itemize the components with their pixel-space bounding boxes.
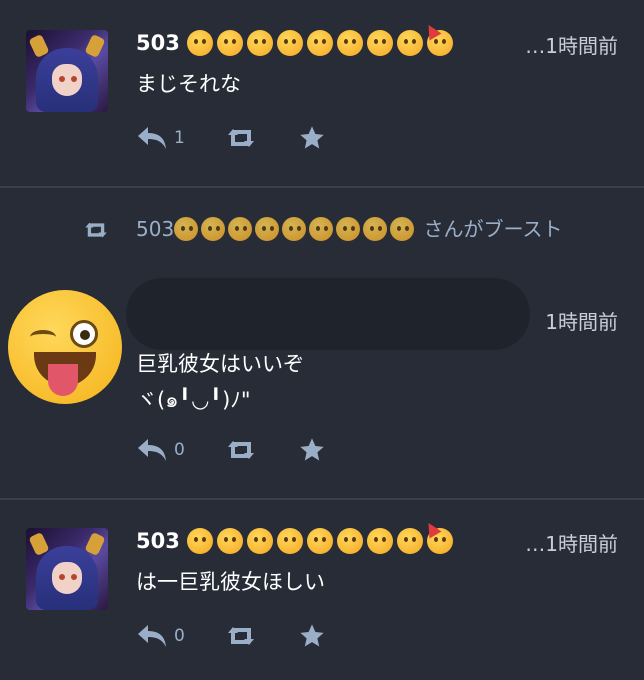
favourite-button[interactable] <box>298 622 326 650</box>
status-header: 503 <box>136 519 453 558</box>
reply-icon <box>138 127 166 149</box>
hugging-face-icon <box>366 528 393 554</box>
favourite-button[interactable] <box>298 124 326 152</box>
boost-icon <box>85 222 107 238</box>
content-line: 巨乳彼女はいいぞ <box>136 352 304 376</box>
woozy-face-icon <box>216 30 243 56</box>
boost-button[interactable] <box>224 438 258 462</box>
grinning-face-icon <box>336 528 363 554</box>
reply-icon <box>138 439 166 461</box>
status-content: は一巨乳彼女ほしい <box>136 570 325 594</box>
thinking-face-icon <box>306 528 333 554</box>
eye-roll-face-icon <box>246 528 273 554</box>
worried-face-icon <box>276 528 303 554</box>
status-3[interactable]: 503 …1時間前 は一巨乳彼女ほしい 0 <box>0 500 644 680</box>
worried-face-icon <box>276 30 303 56</box>
eye-roll-face-icon <box>228 217 253 241</box>
redacted-name <box>126 278 530 350</box>
boost-icon <box>228 129 254 147</box>
booster-name[interactable]: 503 <box>136 217 174 241</box>
boost-button[interactable] <box>224 126 258 150</box>
timestamp[interactable]: …1時間前 <box>525 528 618 557</box>
avatar[interactable] <box>26 30 108 112</box>
worried-face-icon <box>255 217 280 241</box>
status-content: まじそれな <box>136 72 241 96</box>
avatar[interactable] <box>8 290 122 404</box>
star-icon <box>300 438 324 461</box>
star-icon <box>300 126 324 149</box>
display-name[interactable]: 503 <box>136 529 180 553</box>
avatar[interactable] <box>26 528 108 610</box>
eye-roll-face-icon <box>246 30 273 56</box>
reply-button[interactable]: 1 <box>136 125 194 151</box>
reply-count: 1 <box>174 128 185 148</box>
partying-face-icon <box>390 217 415 241</box>
timestamp[interactable]: 1時間前 <box>545 306 618 335</box>
action-bar: 0 <box>136 430 326 470</box>
reply-count: 0 <box>174 440 185 460</box>
partying-face-icon <box>422 519 453 554</box>
hugging-face-icon <box>336 217 361 241</box>
boost-icon <box>228 627 254 645</box>
open-eye <box>70 320 98 348</box>
thinking-face-icon <box>306 30 333 56</box>
timestamp[interactable]: …1時間前 <box>525 30 618 59</box>
tongue <box>48 364 78 396</box>
wink-eye <box>30 330 56 344</box>
grinning-face-icon <box>336 30 363 56</box>
status-content: 巨乳彼女はいいぞ ヾ(๑╹◡╹)ﾉ" <box>136 346 304 418</box>
kissing-face-icon <box>186 30 213 56</box>
action-bar: 0 <box>136 616 326 656</box>
thinking-face-icon <box>282 217 307 241</box>
reply-button[interactable]: 0 <box>136 437 194 463</box>
reply-icon <box>138 625 166 647</box>
content-line: ヾ(๑╹◡╹)ﾉ" <box>136 388 251 412</box>
kissing-face-icon <box>174 217 199 241</box>
zany-face-icon <box>396 30 423 56</box>
grinning-face-icon <box>309 217 334 241</box>
zany-face-icon <box>396 528 423 554</box>
boost-icon <box>228 441 254 459</box>
reply-button[interactable]: 0 <box>136 623 194 649</box>
kissing-face-icon <box>186 528 213 554</box>
star-icon <box>300 624 324 647</box>
status-1[interactable]: 503 …1時間前 まじそれな 1 <box>0 0 644 186</box>
action-bar: 1 <box>136 118 326 158</box>
boost-button[interactable] <box>224 624 258 648</box>
status-header: 503 <box>136 21 453 60</box>
woozy-face-icon <box>216 528 243 554</box>
partying-face-icon <box>422 21 453 56</box>
zany-face-icon <box>363 217 388 241</box>
hugging-face-icon <box>366 30 393 56</box>
woozy-face-icon <box>201 217 226 241</box>
boost-prepend: 503 さんがブースト <box>82 214 636 244</box>
favourite-button[interactable] <box>298 436 326 464</box>
reply-count: 0 <box>174 626 185 646</box>
boost-suffix: さんがブースト <box>417 217 563 241</box>
display-name[interactable]: 503 <box>136 31 180 55</box>
